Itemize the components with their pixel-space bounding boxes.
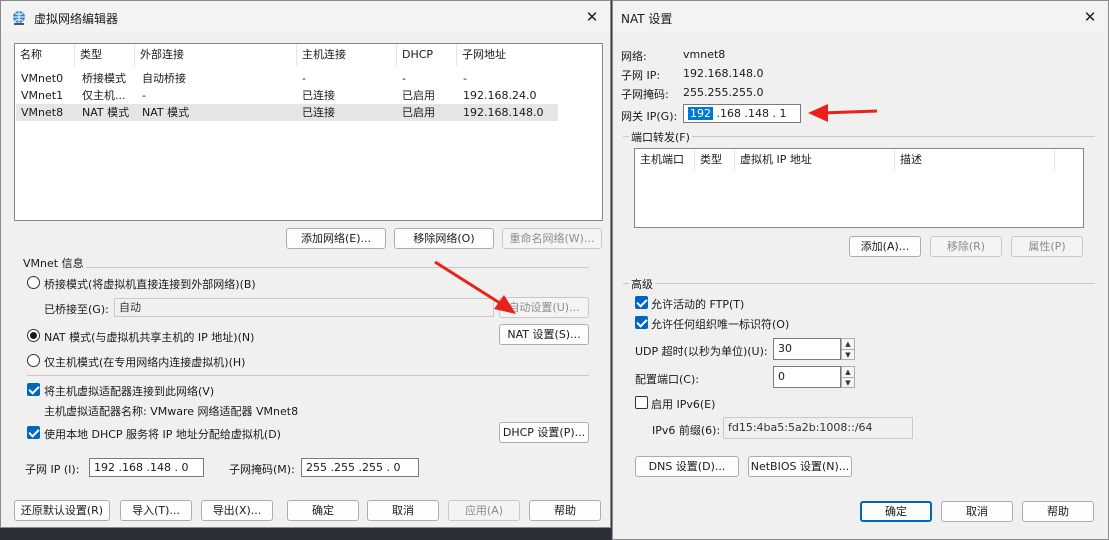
arrow-to-gateway (808, 104, 878, 122)
arrow-to-nat-settings (434, 260, 516, 314)
annotation-arrows (434, 104, 878, 314)
